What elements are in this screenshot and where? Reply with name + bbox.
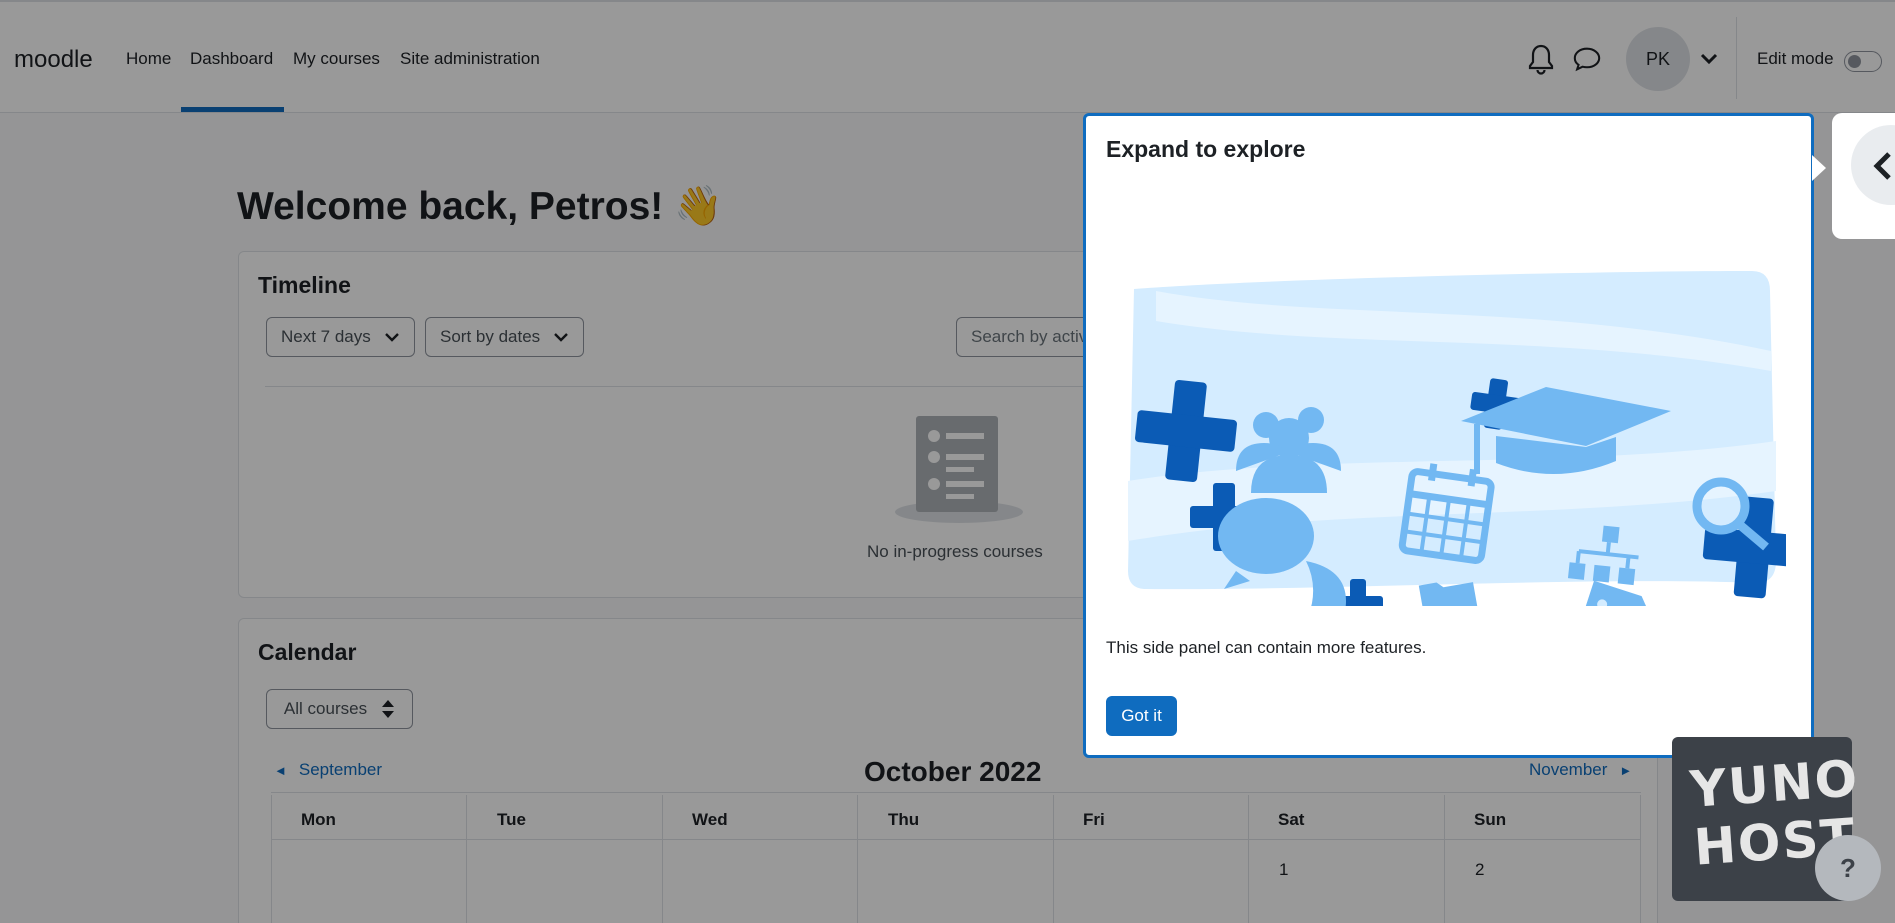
tour-step-body: This side panel can contain more feature… bbox=[1106, 638, 1427, 657]
chevron-left-icon bbox=[1873, 152, 1891, 180]
tour-step-title: Expand to explore bbox=[1106, 136, 1306, 162]
popover-arrow bbox=[1812, 155, 1826, 181]
got-it-button[interactable]: Got it bbox=[1106, 696, 1177, 736]
side-panel-illustration bbox=[1116, 231, 1805, 655]
tag-icon bbox=[1581, 580, 1653, 635]
user-tour-popover: Expand to explore This side panel can co… bbox=[1083, 113, 1814, 758]
help-question-icon[interactable]: ? bbox=[1815, 835, 1881, 901]
right-drawer-toggle[interactable] bbox=[1832, 113, 1895, 239]
